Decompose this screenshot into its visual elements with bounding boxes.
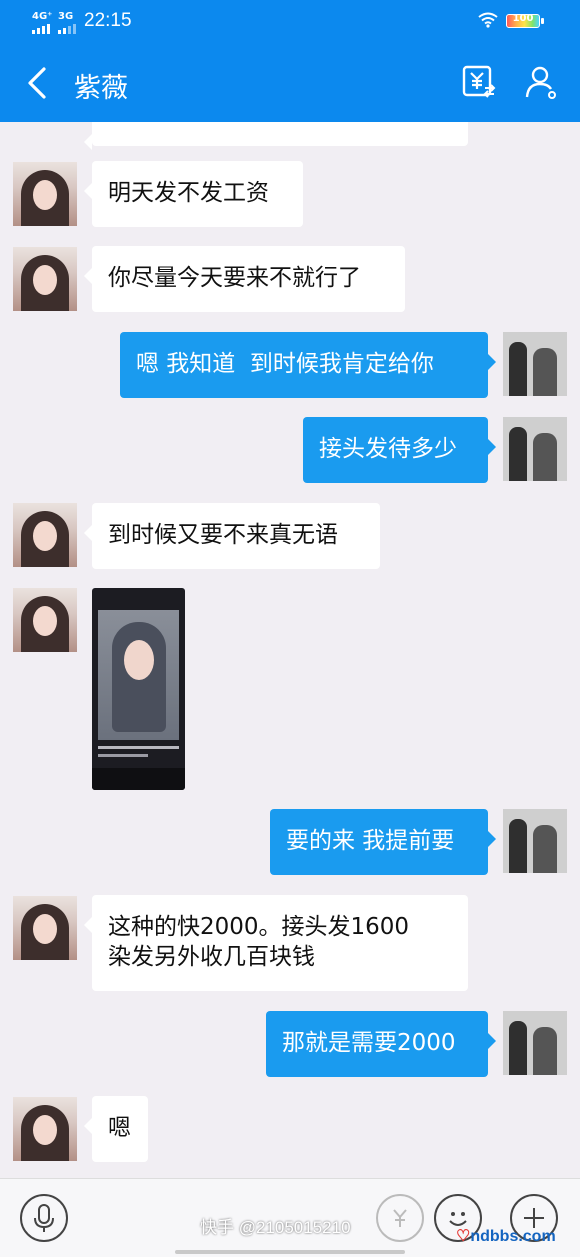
contact-avatar[interactable] [13, 1097, 77, 1161]
red-packet-button[interactable] [376, 1194, 424, 1242]
contact-avatar[interactable] [13, 588, 77, 652]
battery-icon: 100 [506, 13, 544, 28]
contact-avatar[interactable] [13, 896, 77, 960]
my-avatar[interactable] [503, 1011, 567, 1075]
message-line: 这种的快2000。接头发1600 [108, 914, 410, 940]
message-bubble[interactable]: 这种的快2000。接头发1600 染发另外收几百块钱 [84, 895, 468, 991]
caption-line [98, 746, 179, 749]
ndbbs-logo: ♡ndbbs.com [456, 1228, 556, 1245]
contact-avatar[interactable] [13, 247, 77, 311]
contact-name: 紫薇 [74, 73, 128, 104]
kuaishou-watermark: 快手 @2105015210 [200, 1218, 351, 1237]
my-avatar[interactable] [503, 809, 567, 873]
transfer-money-icon[interactable] [461, 64, 497, 100]
image-message-thumbnail[interactable] [92, 588, 185, 790]
my-avatar[interactable] [503, 417, 567, 481]
message-list[interactable]: 明天发不发工资 你尽量今天要来不就行了 嗯 我知道 到时候我肯定给你 接头发待多… [0, 122, 580, 1178]
message-bubble[interactable]: 要的来 我提前要 [270, 809, 496, 875]
previous-message-bubble [84, 122, 468, 150]
clock: 22:15 [84, 10, 132, 31]
signal-3g-icon: 3G [58, 12, 76, 34]
message-bubble[interactable]: 嗯 我知道 到时候我肯定给你 [120, 332, 496, 398]
microphone-icon [34, 1204, 54, 1232]
contact-profile-icon[interactable] [524, 64, 560, 100]
message-bubble[interactable]: 嗯 [84, 1096, 148, 1162]
signal-4g-icon: 4G⁺ [32, 12, 52, 34]
voice-input-button[interactable] [20, 1194, 68, 1242]
contact-avatar[interactable] [13, 503, 77, 567]
caption-line [98, 754, 148, 757]
message-bubble[interactable]: 你尽量今天要来不就行了 [84, 246, 405, 312]
home-indicator[interactable] [175, 1250, 405, 1254]
app-navbar [92, 768, 185, 790]
back-arrow-icon[interactable] [24, 66, 54, 100]
photo-of-woman [98, 610, 179, 740]
message-bubble[interactable]: 到时候又要不来真无语 [84, 503, 380, 569]
yuan-icon [393, 1209, 407, 1227]
contact-avatar[interactable] [13, 162, 77, 226]
status-bar: 4G⁺ 3G 22:15 100 [0, 0, 580, 44]
my-avatar[interactable] [503, 332, 567, 396]
message-bubble[interactable]: 那就是需要2000 [266, 1011, 496, 1077]
message-bubble[interactable]: 明天发不发工资 [84, 161, 303, 227]
message-bubble[interactable]: 接头发待多少 [303, 417, 496, 483]
wifi-icon [478, 12, 498, 28]
chat-header: 紫薇 [0, 44, 580, 122]
message-line: 染发另外收几百块钱 [108, 944, 315, 970]
